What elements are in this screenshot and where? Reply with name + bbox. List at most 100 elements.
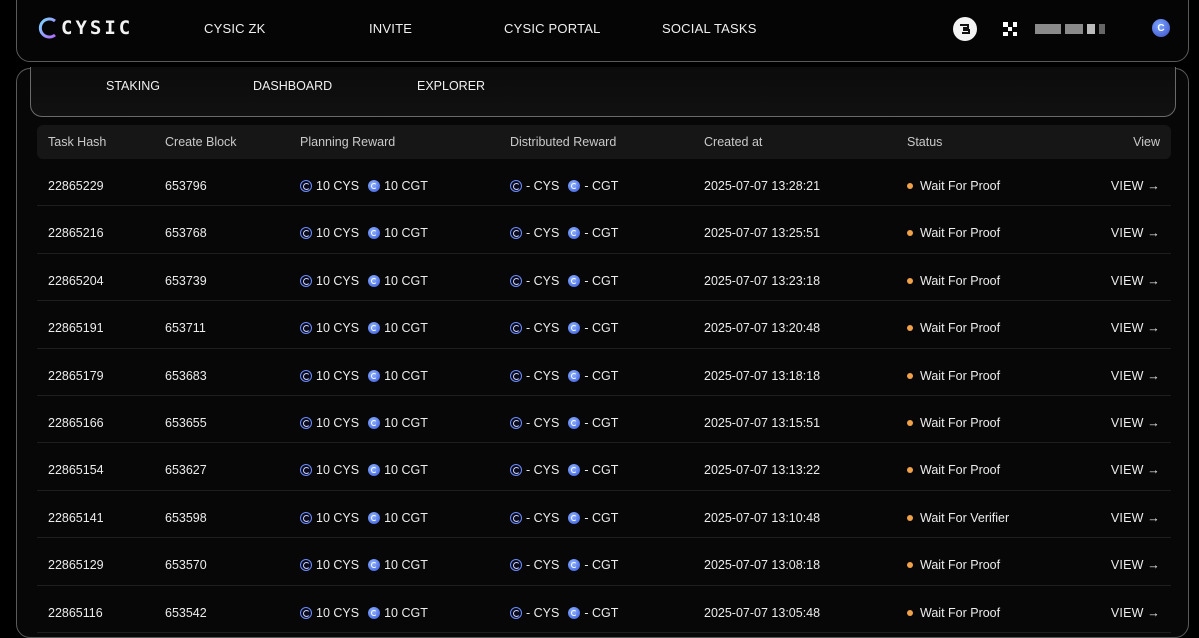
task-hash: 22865179 (48, 368, 104, 383)
cys-coin-icon (300, 274, 312, 287)
cgt-coin-icon (568, 180, 581, 192)
cgt-coin-icon (568, 511, 581, 524)
view-link[interactable]: VIEW → (1111, 511, 1160, 525)
distributed-reward: - CYS - CGT (510, 416, 618, 430)
distributed-cys: - CYS (526, 510, 560, 525)
wallet-icon[interactable] (953, 17, 977, 41)
sub-navbar: STAKING DASHBOARD EXPLORER (30, 67, 1176, 117)
distributed-cys: - CYS (526, 368, 560, 383)
view-link[interactable]: VIEW → (1111, 416, 1160, 430)
status-badge: Wait For Proof (907, 321, 1000, 335)
status-badge: Wait For Verifier (907, 511, 1009, 525)
planning-cgt: 10 CGT (384, 558, 428, 573)
col-distributed-reward: Distributed Reward (510, 135, 617, 149)
cgt-coin-icon (368, 606, 381, 619)
created-at: 2025-07-07 13:20:48 (704, 321, 821, 336)
cgt-coin-icon (368, 416, 381, 429)
planning-cgt: 10 CGT (384, 368, 428, 383)
status-text: Wait For Proof (920, 605, 1001, 620)
wallet-address-redacted[interactable] (1035, 19, 1105, 39)
cysic-logo[interactable]: CYSIC (37, 17, 133, 39)
distributed-reward: - CYS - CGT (510, 463, 618, 477)
cys-coin-icon (510, 559, 522, 572)
nav-cysic-portal[interactable]: CYSIC PORTAL (504, 21, 601, 36)
planning-cys: 10 CYS (316, 226, 360, 241)
nav-social-tasks[interactable]: SOCIAL TASKS (662, 21, 757, 36)
view-link[interactable]: VIEW → (1111, 606, 1160, 620)
distributed-cgt: - CGT (584, 605, 619, 620)
status-text: Wait For Proof (920, 415, 1001, 430)
status-dot-icon (907, 514, 913, 521)
task-hash: 22865116 (48, 605, 103, 620)
created-at: 2025-07-07 13:23:18 (704, 273, 821, 288)
tab-staking[interactable]: STAKING (106, 79, 160, 93)
table-row: 22865229 653796 10 CYS 10 CGT - CYS - CGT 2025… (37, 159, 1171, 207)
status-text: Wait For Proof (920, 179, 1001, 193)
table-row: 22865179 653683 10 CYS 10 CGT - CYS - CGT 2025… (37, 349, 1171, 396)
status-dot-icon (907, 183, 913, 189)
planning-reward: 10 CYS 10 CGT (300, 463, 428, 477)
tab-dashboard[interactable]: DASHBOARD (253, 79, 332, 93)
distributed-cys: - CYS (526, 273, 560, 288)
cgt-coin-icon (368, 227, 381, 240)
view-link[interactable]: VIEW → (1111, 179, 1160, 193)
status-dot-icon (907, 562, 913, 569)
distributed-cgt: - CGT (584, 179, 619, 193)
view-link[interactable]: VIEW → (1111, 558, 1160, 572)
planning-reward: 10 CYS 10 CGT (300, 511, 428, 525)
user-avatar[interactable]: C (1152, 19, 1170, 37)
cys-coin-icon (300, 416, 312, 429)
create-block: 653570 (165, 558, 207, 573)
col-view: View (1133, 135, 1160, 149)
logo-text: CYSIC (61, 17, 134, 39)
planning-cys: 10 CYS (316, 605, 360, 620)
status-text: Wait For Proof (920, 226, 1001, 241)
cys-coin-icon (510, 227, 522, 240)
status-badge: Wait For Proof (907, 274, 1000, 288)
status-badge: Wait For Proof (907, 416, 1000, 430)
view-link[interactable]: VIEW → (1111, 274, 1160, 288)
create-block: 653768 (165, 226, 207, 241)
tab-explorer[interactable]: EXPLORER (417, 79, 485, 93)
distributed-reward: - CYS - CGT (510, 369, 618, 383)
distributed-reward: - CYS - CGT (510, 511, 618, 525)
create-block: 653739 (165, 273, 207, 288)
status-dot-icon (907, 467, 913, 474)
created-at: 2025-07-07 13:15:51 (704, 415, 821, 430)
created-at: 2025-07-07 13:18:18 (704, 368, 821, 383)
top-navbar: CYSIC CYSIC ZK INVITE CYSIC PORTAL SOCIA… (16, 0, 1189, 62)
view-link[interactable]: VIEW → (1111, 226, 1160, 240)
distributed-cgt: - CGT (584, 510, 619, 525)
cgt-coin-icon (568, 464, 581, 477)
nav-cysic-zk[interactable]: CYSIC ZK (204, 21, 266, 36)
task-hash: 22865229 (48, 179, 104, 193)
status-dot-icon (907, 277, 913, 284)
table-row: 22865216 653768 10 CYS 10 CGT - CYS - CGT 2025… (37, 206, 1171, 254)
okx-icon[interactable] (1003, 22, 1017, 36)
view-link[interactable]: VIEW → (1111, 369, 1160, 383)
planning-cgt: 10 CGT (384, 463, 428, 478)
distributed-cgt: - CGT (584, 558, 619, 573)
task-hash: 22865166 (48, 415, 104, 430)
view-link[interactable]: VIEW → (1111, 321, 1160, 335)
planning-cgt: 10 CGT (384, 605, 428, 620)
cgt-coin-icon (568, 559, 581, 572)
status-badge: Wait For Proof (907, 226, 1000, 240)
cys-coin-icon (510, 511, 522, 524)
view-link[interactable]: VIEW → (1111, 463, 1160, 477)
planning-cys: 10 CYS (316, 463, 360, 478)
create-block: 653655 (165, 415, 207, 430)
wallet-glyph-icon (960, 24, 970, 34)
planning-cys: 10 CYS (316, 321, 360, 336)
distributed-reward: - CYS - CGT (510, 179, 618, 193)
cys-coin-icon (300, 511, 312, 524)
task-hash: 22865191 (48, 321, 104, 336)
cgt-coin-icon (368, 559, 381, 572)
status-dot-icon (907, 230, 913, 237)
col-task-hash: Task Hash (48, 135, 107, 149)
distributed-cys: - CYS (526, 605, 560, 620)
cgt-coin-icon (568, 274, 581, 287)
distributed-reward: - CYS - CGT (510, 274, 618, 288)
status-dot-icon (907, 419, 913, 426)
nav-invite[interactable]: INVITE (369, 21, 412, 36)
